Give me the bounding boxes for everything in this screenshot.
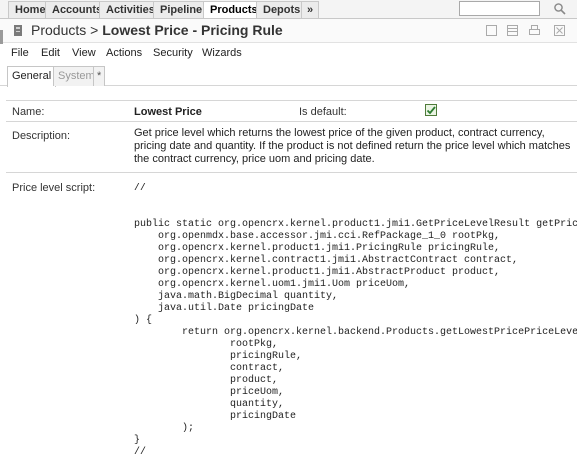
menu-bar: File Edit View Actions Security Wizards (0, 44, 577, 62)
minimize-icon[interactable] (486, 25, 497, 36)
name-value: Lowest Price (134, 106, 202, 118)
script-label: Price level script: (12, 182, 96, 194)
nav-tab-pipeline[interactable]: Pipeline (153, 1, 210, 18)
menu-edit[interactable]: Edit (41, 47, 60, 59)
name-row: Name: Lowest Price Is default: (6, 101, 577, 122)
tab-general[interactable]: General (7, 66, 57, 87)
top-navigation: Home Accounts Activities Pipeline Produc… (0, 0, 577, 19)
title-bar: Products > Lowest Price - Pricing Rule (0, 19, 577, 43)
is-default-checkbox (425, 104, 437, 116)
sub-tabs: General System * (0, 64, 577, 87)
tab-show-all[interactable]: * (93, 66, 106, 86)
layout-icon[interactable] (507, 25, 518, 36)
search-icon[interactable] (553, 2, 567, 16)
page-title: Products > Lowest Price - Pricing Rule (31, 22, 283, 38)
menu-wizards[interactable]: Wizards (202, 47, 242, 59)
script-value: // public static org.opencrx.kernel.prod… (134, 183, 577, 458)
nav-tab-depots[interactable]: Depots (256, 1, 308, 18)
print-icon[interactable] (529, 25, 540, 36)
description-value: Get price level which returns the lowest… (134, 127, 571, 165)
close-icon[interactable] (554, 25, 565, 36)
description-label: Description: (12, 130, 71, 142)
breadcrumb-separator: > (90, 22, 99, 38)
nav-tab-more[interactable]: » (301, 1, 320, 18)
breadcrumb-parent[interactable]: Products (31, 22, 86, 38)
is-default-label: Is default: (299, 106, 347, 118)
menu-security[interactable]: Security (153, 47, 193, 59)
description-row: Description: Get price level which retur… (6, 122, 577, 173)
form-spacer (6, 93, 577, 101)
script-row: Price level script: // public static org… (6, 173, 577, 463)
product-icon (14, 25, 22, 36)
left-edge-marker (0, 30, 3, 44)
search-input[interactable] (459, 1, 540, 16)
checkmark-icon (426, 106, 436, 115)
menu-actions[interactable]: Actions (106, 47, 142, 59)
name-label: Name: (12, 106, 45, 118)
menu-view[interactable]: View (72, 47, 96, 59)
object-title: Lowest Price - Pricing Rule (102, 22, 283, 38)
menu-file[interactable]: File (11, 47, 29, 59)
